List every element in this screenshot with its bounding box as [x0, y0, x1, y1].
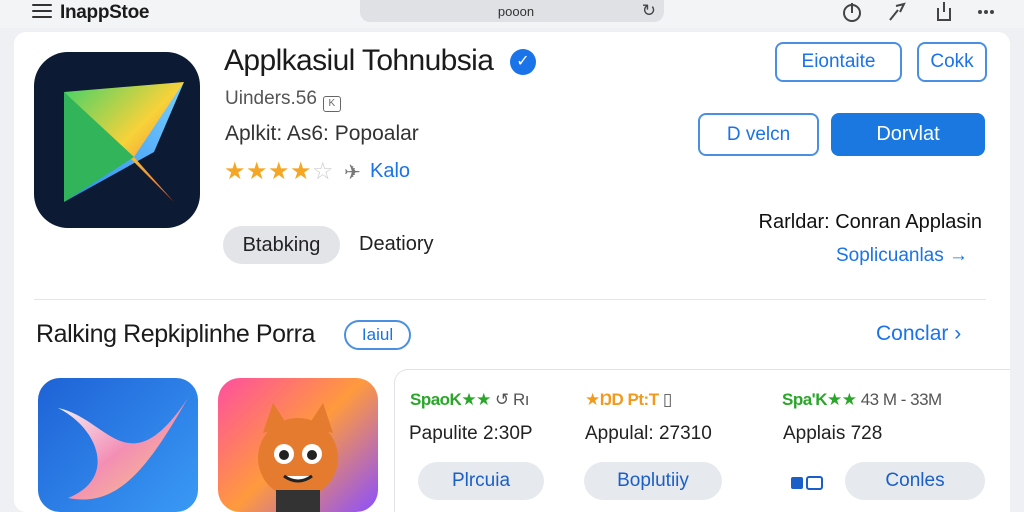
- section-badge[interactable]: Iaiul: [344, 320, 411, 350]
- more-icon[interactable]: [974, 0, 998, 24]
- app-thumbnail-ribbon[interactable]: [38, 378, 198, 512]
- app-subtitle: Aplkit: As6: Popoalar: [225, 122, 419, 145]
- top-bar: InappStoe pooon ↻: [0, 0, 1024, 28]
- send-icon: ✈: [344, 162, 361, 184]
- star-icon: ★: [268, 158, 290, 185]
- star-icon: ★: [246, 158, 268, 185]
- secondary-action-button[interactable]: Eiontaite: [775, 42, 902, 82]
- app-thumbnail-fox[interactable]: [218, 378, 378, 512]
- tag-chip[interactable]: Btabking: [223, 226, 340, 264]
- card-action-button[interactable]: Boplutiiy: [584, 462, 722, 500]
- app-logo-icon: [34, 52, 200, 228]
- card-action-button[interactable]: Conles: [845, 462, 985, 500]
- share-icon[interactable]: [932, 0, 956, 24]
- app-store-name: InappStoe: [60, 2, 150, 23]
- app-title: Applkasiul Tohnubsia: [224, 44, 494, 77]
- verified-check-icon: ✓: [510, 49, 536, 75]
- pin-icon[interactable]: [886, 0, 910, 24]
- card-rating: ★ŊD Pt:T ▯: [585, 390, 672, 409]
- card-stat: Applais 728: [783, 423, 883, 444]
- star-icon: ★: [290, 158, 312, 185]
- related-label: Rarldar: Conran Applasin: [758, 211, 982, 233]
- card-stat: Papulite 2:30P: [409, 423, 533, 444]
- address-bar[interactable]: pooon ↻: [360, 0, 664, 22]
- device-icon: [791, 476, 823, 490]
- card-stat: Appulal: 27310: [585, 423, 712, 444]
- category-label: Deatiory: [359, 233, 434, 255]
- star-outline-icon: ☆: [312, 158, 334, 185]
- star-icon: ★: [224, 158, 246, 185]
- reload-icon[interactable]: ↻: [642, 1, 656, 21]
- history-icon[interactable]: [840, 0, 864, 24]
- section-title: Ralking Repkiplinhe Porra: [36, 320, 316, 348]
- rating-link[interactable]: Kalo: [370, 160, 410, 183]
- url-text[interactable]: pooon: [360, 4, 672, 19]
- developer-line: Uinders.56 K: [225, 88, 341, 112]
- developer-badge-icon: K: [322, 96, 341, 112]
- download-button[interactable]: Dorvlat: [831, 113, 985, 156]
- section-divider: [34, 299, 986, 300]
- card-action-button[interactable]: Plrcuia: [418, 462, 544, 500]
- preview-button[interactable]: D velcn: [698, 113, 819, 156]
- related-link[interactable]: Soplicuanlas →: [836, 245, 968, 267]
- check-button[interactable]: Cokk: [917, 42, 987, 82]
- developer-name[interactable]: Uinders.56: [225, 88, 317, 109]
- hamburger-menu-icon[interactable]: [32, 4, 52, 20]
- see-all-link[interactable]: Conclar ›: [876, 322, 961, 346]
- card-rating: SpaʹK★★ 43 M - 33M: [782, 390, 942, 409]
- card-rating: SpaoK★★ ↺ Rı: [410, 390, 530, 409]
